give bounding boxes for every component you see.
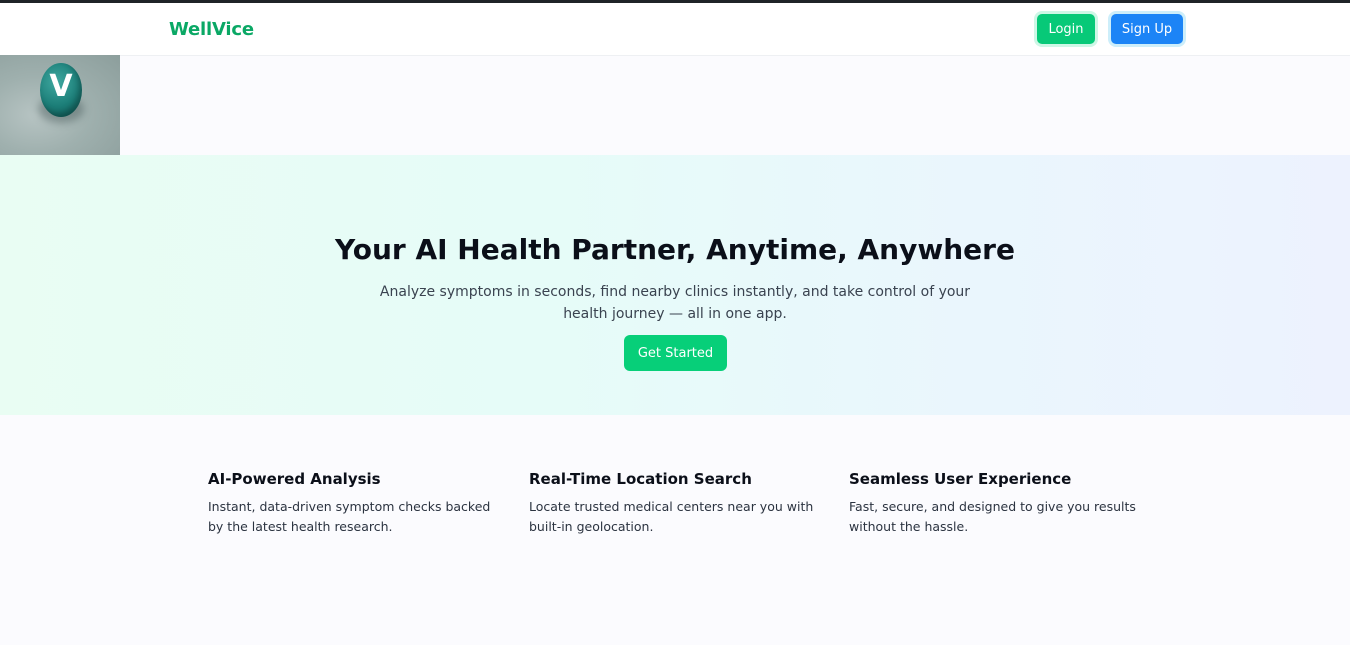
logo-image: V <box>0 55 120 155</box>
feature-description: Instant, data-driven symptom checks back… <box>208 499 491 534</box>
feature-title: AI-Powered Analysis <box>208 470 381 488</box>
feature-ai-analysis: AI-Powered Analysis Instant, data-driven… <box>208 470 498 537</box>
feature-title: Real-Time Location Search <box>529 470 752 488</box>
brand-name[interactable]: WellVice <box>169 19 254 40</box>
signup-button[interactable]: Sign Up <box>1111 14 1183 44</box>
logo-letter: V <box>49 69 73 104</box>
navbar: WellVice Login Sign Up <box>0 3 1350 56</box>
features-section: AI-Powered Analysis Instant, data-driven… <box>0 415 1350 645</box>
hero-title: Your AI Health Partner, Anytime, Anywher… <box>335 233 1015 266</box>
feature-description: Locate trusted medical centers near you … <box>529 499 814 534</box>
feature-title: Seamless User Experience <box>849 470 1072 488</box>
hero-section: Your AI Health Partner, Anytime, Anywher… <box>0 155 1350 415</box>
logo-badge-icon: V <box>40 63 82 117</box>
feature-user-experience: Seamless User Experience Fast, secure, a… <box>849 470 1139 537</box>
login-button[interactable]: Login <box>1037 14 1095 44</box>
get-started-button[interactable]: Get Started <box>624 335 727 371</box>
hero-subtitle: Analyze symptoms in seconds, find nearby… <box>379 284 971 322</box>
feature-description: Fast, secure, and designed to give you r… <box>849 499 1136 534</box>
feature-location-search: Real-Time Location Search Locate trusted… <box>529 470 819 537</box>
